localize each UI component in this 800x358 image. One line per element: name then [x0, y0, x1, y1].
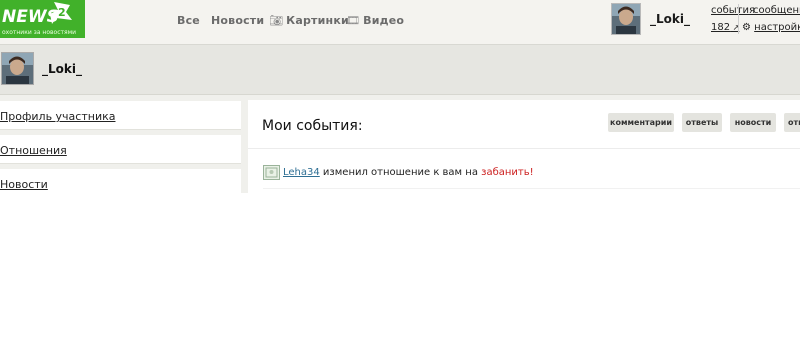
avatar-placeholder-icon [264, 166, 279, 179]
content-area: Профиль участника Отношения Новости Мои … [0, 95, 800, 193]
events-panel: Мои события: комментарии ответы новости … [248, 100, 800, 193]
sidebar-item-relations[interactable]: Отношения [0, 135, 241, 163]
event-message: изменил отношение к вам на [319, 167, 482, 178]
nav-all[interactable]: Все [177, 14, 200, 27]
filter-comments-button[interactable]: комментарии [608, 113, 674, 132]
messages-link[interactable]: сообщения [753, 5, 800, 16]
username-top[interactable]: _Loki_ [650, 12, 690, 26]
top-bar: NEWS 2 охотники за новостями Все Новости… [0, 0, 800, 45]
sidebar-item-profile[interactable]: Профиль участника [0, 101, 241, 129]
event-divider [263, 188, 800, 189]
profile-avatar[interactable] [1, 52, 34, 85]
svg-text:охотники за новостями: охотники за новостями [2, 29, 76, 36]
sidebar-item-label: Новости [0, 178, 48, 191]
panel-divider [248, 148, 800, 149]
event-action-link[interactable]: забанить! [481, 167, 534, 178]
profile-username: _Loki_ [42, 62, 82, 76]
nav-pictures[interactable]: 📷︎ Картинки [269, 14, 349, 27]
nav-all-label: Все [177, 14, 200, 27]
sidebar-item-news[interactable]: Новости [0, 169, 241, 193]
rating-link[interactable]: 182 ↗ [711, 22, 739, 33]
film-icon: 🎞︎ [346, 14, 361, 27]
nav-pictures-label: Картинки [286, 14, 349, 27]
news2-logo-icon: NEWS 2 охотники за новостями [0, 0, 85, 38]
profile-header: _Loki_ [0, 45, 800, 95]
nav-news[interactable]: Новости [211, 14, 264, 27]
gear-icon: ⚙ [742, 22, 751, 33]
site-logo[interactable]: NEWS 2 охотники за новостями [0, 0, 85, 38]
camera-icon: 📷︎ [269, 14, 284, 27]
event-text: Leha34 изменил отношение к вам на забани… [283, 167, 534, 178]
settings-label: настройки [754, 22, 800, 33]
sidebar-item-label: Профиль участника [0, 110, 116, 123]
avatar-photo-icon [2, 53, 33, 84]
nav-news-label: Новости [211, 14, 265, 27]
filter-answers-button[interactable]: ответы [682, 113, 722, 132]
svg-text:NEWS: NEWS [2, 7, 59, 27]
event-avatar[interactable] [263, 165, 280, 180]
event-user-link[interactable]: Leha34 [283, 167, 320, 178]
nav-video[interactable]: 🎞︎ Видео [346, 14, 404, 27]
nav-video-label: Видео [363, 14, 405, 27]
rating-value: 182 [711, 22, 731, 33]
header-divider [738, 4, 739, 34]
filter-news-button[interactable]: новости [730, 113, 776, 132]
filter-relations-button[interactable]: отношения [784, 113, 800, 132]
avatar-photo-icon [612, 4, 640, 34]
panel-title: Мои события: [262, 118, 363, 134]
sidebar-item-label: Отношения [0, 144, 67, 157]
events-link[interactable]: события [711, 5, 755, 16]
svg-text:2: 2 [58, 6, 66, 19]
user-avatar[interactable] [611, 3, 641, 35]
settings-link[interactable]: ⚙ настройки [742, 22, 800, 33]
